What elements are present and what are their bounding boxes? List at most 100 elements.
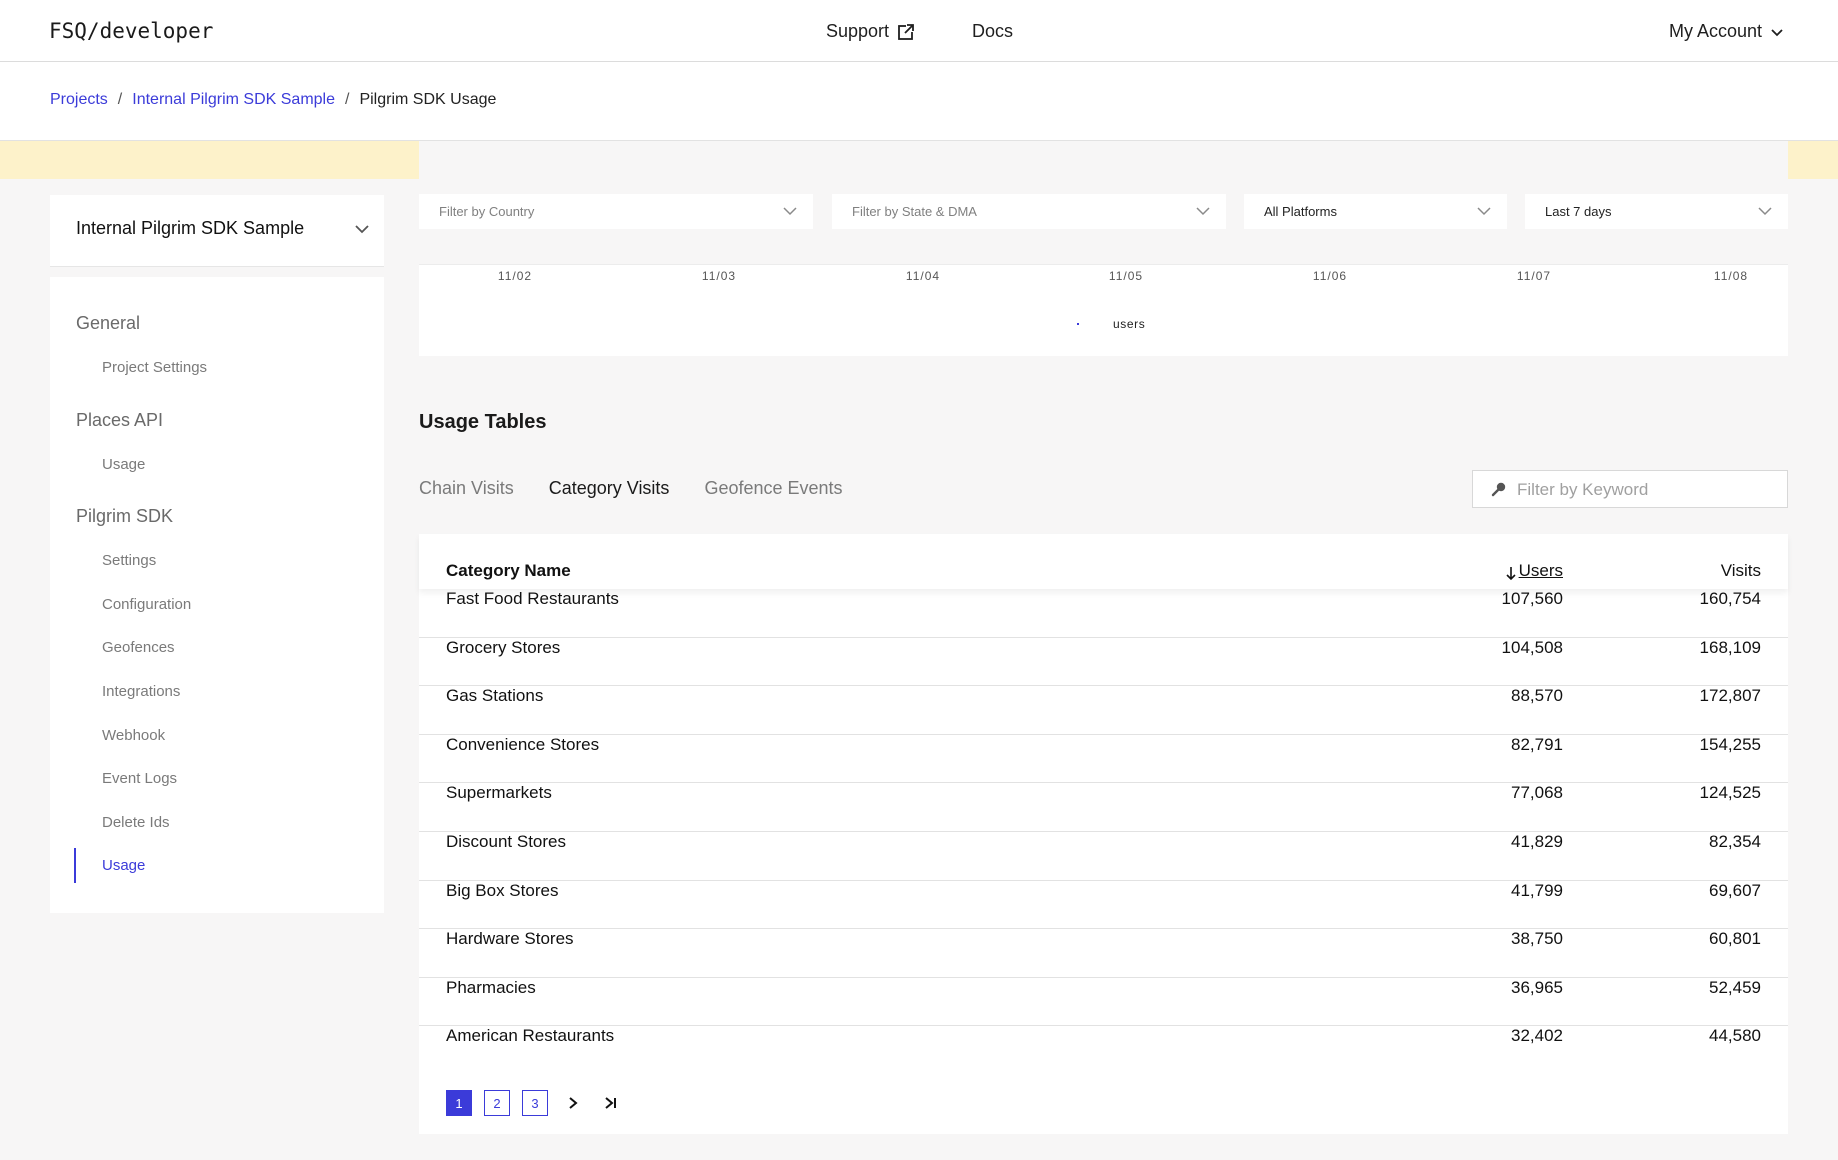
usage-tabs: Chain Visits Category Visits Geofence Ev… [419, 478, 843, 499]
breadcrumb-projects-link[interactable]: Projects [50, 91, 108, 109]
support-link[interactable]: Support [826, 21, 915, 42]
cell-users: 32,402 [1511, 1026, 1563, 1046]
breadcrumb-separator: / [345, 91, 350, 108]
usage-chart: 11/02 11/03 11/04 11/05 11/06 11/07 11/0… [419, 264, 1788, 356]
x-tick-label: 11/06 [1312, 269, 1348, 283]
external-link-icon [898, 23, 915, 40]
cell-users: 41,799 [1511, 880, 1563, 900]
country-filter-label: Filter by Country [439, 204, 535, 219]
date-range-filter-value: Last 7 days [1545, 204, 1612, 219]
sidebar-section-pilgrim-sdk: Pilgrim SDK [76, 506, 174, 526]
chart-legend[interactable]: users [1077, 317, 1145, 331]
table-body: Fast Food Restaurants 107,560 160,754 Groce… [419, 589, 1788, 1075]
sidebar-item-configuration[interactable]: Configuration [102, 596, 191, 613]
cell-users: 88,570 [1511, 686, 1563, 706]
table-row[interactable]: Big Box Stores 41,799 69,607 [419, 881, 1788, 930]
sidebar-nav: General Project Settings Places API Usag… [50, 277, 384, 913]
my-account-menu[interactable]: My Account [1669, 21, 1784, 42]
notice-banner [0, 141, 419, 179]
sidebar-item-geofences[interactable]: Geofences [102, 639, 175, 656]
sidebar-item-sdk-usage[interactable]: Usage [102, 857, 145, 874]
table-row[interactable]: Grocery Stores 104,508 168,109 [419, 638, 1788, 687]
column-header-category-name[interactable]: Category Name [446, 561, 571, 581]
page-button-2[interactable]: 2 [484, 1090, 510, 1116]
cell-visits: 60,801 [1709, 929, 1761, 949]
last-page-icon[interactable] [598, 1090, 624, 1116]
cell-users: 38,750 [1511, 929, 1563, 949]
cell-visits: 44,580 [1709, 1026, 1761, 1046]
keyword-filter[interactable] [1472, 470, 1788, 508]
country-filter[interactable]: Filter by Country [419, 194, 813, 229]
column-header-users-label: Users [1518, 561, 1563, 580]
next-page-icon[interactable] [560, 1090, 586, 1116]
platform-filter-value: All Platforms [1264, 204, 1337, 219]
support-label: Support [826, 21, 890, 41]
x-tick-label: 11/08 [1713, 269, 1749, 283]
project-selector[interactable]: Internal Pilgrim SDK Sample [50, 195, 384, 267]
cell-visits: 172,807 [1699, 686, 1761, 706]
table-row[interactable]: Supermarkets 77,068 124,525 [419, 783, 1788, 832]
platform-filter[interactable]: All Platforms [1244, 194, 1507, 229]
date-range-filter[interactable]: Last 7 days [1525, 194, 1788, 229]
cell-users: 77,068 [1511, 783, 1563, 803]
breadcrumb-bar: Projects / Internal Pilgrim SDK Sample /… [0, 62, 1838, 141]
cell-category-name: Gas Stations [446, 686, 544, 706]
logo[interactable]: FSQ/developer [49, 19, 213, 43]
x-tick-label: 11/04 [905, 269, 941, 283]
breadcrumb-project-link[interactable]: Internal Pilgrim SDK Sample [132, 91, 335, 109]
docs-label: Docs [972, 21, 1014, 41]
sidebar-item-places-usage[interactable]: Usage [102, 456, 145, 473]
sidebar-item-webhook[interactable]: Webhook [102, 727, 165, 744]
keyword-filter-input[interactable] [1517, 479, 1777, 501]
state-dma-filter[interactable]: Filter by State & DMA [832, 194, 1226, 229]
cell-category-name: American Restaurants [446, 1026, 615, 1046]
page-button-3[interactable]: 3 [522, 1090, 548, 1116]
tab-category-visits[interactable]: Category Visits [549, 478, 670, 499]
tab-chain-visits[interactable]: Chain Visits [419, 478, 514, 499]
cell-users: 104,508 [1501, 637, 1563, 657]
cell-visits: 168,109 [1699, 637, 1761, 657]
legend-label: users [1113, 317, 1146, 331]
category-visits-table: Category Name Users Visits Fast Food Res… [419, 534, 1788, 1134]
cell-users: 41,829 [1511, 831, 1563, 851]
x-tick-label: 11/05 [1108, 269, 1144, 283]
column-header-visits[interactable]: Visits [1721, 561, 1761, 581]
chevron-down-icon [1477, 207, 1491, 216]
my-account-label: My Account [1668, 21, 1762, 41]
sidebar-item-integrations[interactable]: Integrations [102, 683, 180, 700]
table-row[interactable]: American Restaurants 32,402 44,580 [419, 1026, 1788, 1075]
tab-geofence-events[interactable]: Geofence Events [704, 478, 842, 499]
table-row[interactable]: Pharmacies 36,965 52,459 [419, 978, 1788, 1027]
sidebar-item-event-logs[interactable]: Event Logs [102, 770, 177, 787]
sidebar-section-general: General [76, 313, 141, 333]
x-tick-label: 11/07 [1516, 269, 1552, 283]
chevron-down-icon [355, 225, 369, 234]
top-nav: FSQ/developer Support Docs My Account [0, 0, 1838, 62]
cell-category-name: Convenience Stores [446, 734, 600, 754]
page-button-1[interactable]: 1 [446, 1090, 472, 1116]
x-tick-label: 11/03 [701, 269, 737, 283]
active-indicator [74, 848, 76, 883]
x-tick-label: 11/02 [497, 269, 533, 283]
table-header: Category Name Users Visits [419, 534, 1788, 589]
chevron-down-icon [1771, 28, 1783, 36]
sidebar-item-project-settings[interactable]: Project Settings [102, 359, 207, 376]
cell-visits: 154,255 [1699, 734, 1761, 754]
table-row[interactable]: Gas Stations 88,570 172,807 [419, 686, 1788, 735]
breadcrumb-separator: / [117, 91, 123, 108]
cell-category-name: Supermarkets [446, 783, 552, 803]
column-header-users[interactable]: Users [1505, 561, 1563, 581]
project-selector-label: Internal Pilgrim SDK Sample [76, 218, 305, 238]
table-row[interactable]: Discount Stores 41,829 82,354 [419, 832, 1788, 881]
sidebar-item-settings[interactable]: Settings [102, 552, 156, 569]
docs-link[interactable]: Docs [972, 21, 1013, 42]
table-row[interactable]: Convenience Stores 82,791 154,255 [419, 735, 1788, 784]
sidebar-item-delete-ids[interactable]: Delete Ids [102, 814, 170, 831]
chevron-down-icon [1758, 207, 1772, 216]
table-row[interactable]: Hardware Stores 38,750 60,801 [419, 929, 1788, 978]
cell-visits: 82,354 [1709, 831, 1761, 851]
table-row[interactable]: Fast Food Restaurants 107,560 160,754 [419, 589, 1788, 638]
cell-visits: 160,754 [1699, 589, 1761, 608]
cell-category-name: Big Box Stores [446, 880, 559, 900]
sort-descending-icon [1506, 567, 1516, 581]
